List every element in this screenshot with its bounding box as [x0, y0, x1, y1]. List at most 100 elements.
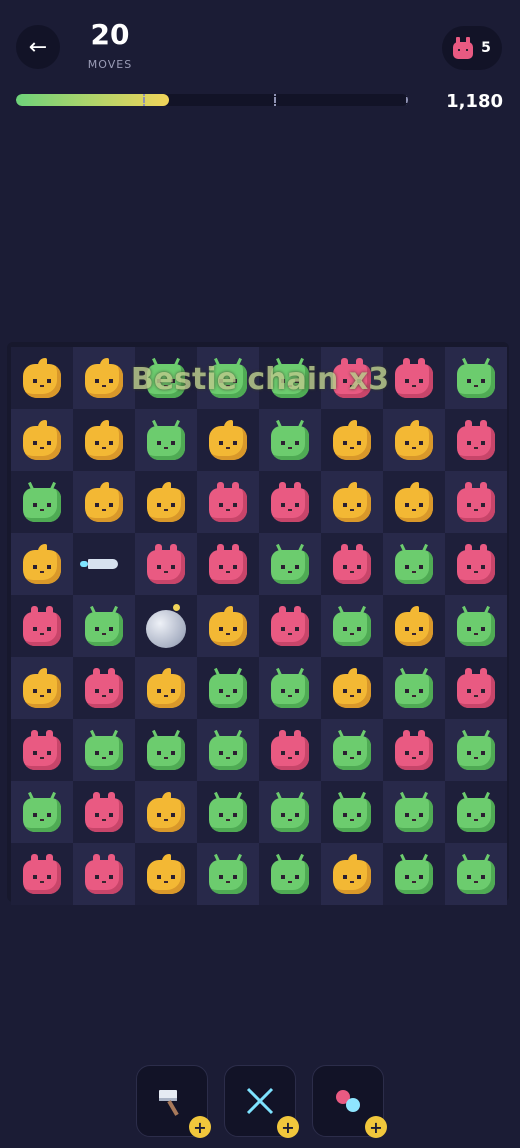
moves-label: MOVES — [87, 58, 133, 71]
board-cell[interactable] — [197, 843, 259, 905]
board-cell[interactable] — [445, 595, 507, 657]
back-button[interactable]: ← — [16, 25, 60, 69]
board-cell[interactable] — [259, 781, 321, 843]
board-cell[interactable] — [445, 781, 507, 843]
pink-creature-icon — [453, 37, 474, 59]
board-cell[interactable] — [445, 657, 507, 719]
add-cross-icon: + — [277, 1116, 299, 1138]
score-value: 1,180 — [446, 91, 503, 112]
yellow-creature-icon — [147, 668, 185, 708]
pink-creature-icon — [23, 730, 61, 770]
board-cell[interactable] — [383, 409, 445, 471]
board-cell[interactable] — [135, 843, 197, 905]
pink-creature-icon — [85, 668, 123, 708]
board-cell[interactable] — [135, 533, 197, 595]
board-cell[interactable] — [73, 719, 135, 781]
board-cell[interactable] — [11, 843, 73, 905]
yellow-creature-icon — [395, 420, 433, 460]
board-cell[interactable] — [73, 409, 135, 471]
board-cell[interactable] — [11, 781, 73, 843]
green-creature-icon — [85, 605, 123, 646]
green-creature-icon — [333, 605, 371, 646]
board-cell[interactable] — [197, 781, 259, 843]
green-creature-icon — [271, 543, 309, 584]
green-creature-icon — [23, 481, 61, 522]
yellow-creature-icon — [85, 420, 123, 460]
board-cell[interactable] — [135, 719, 197, 781]
board-cell[interactable] — [383, 657, 445, 719]
yellow-creature-icon — [147, 482, 185, 522]
board-cell[interactable] — [259, 533, 321, 595]
green-creature-icon — [271, 791, 309, 832]
board-cell[interactable] — [135, 471, 197, 533]
moves-value: 20 — [90, 18, 130, 51]
board-cell[interactable] — [11, 657, 73, 719]
board-cell[interactable] — [259, 657, 321, 719]
score-progress-bar — [16, 94, 408, 106]
green-creature-icon — [333, 791, 371, 832]
board-cell[interactable] — [321, 409, 383, 471]
board-cell[interactable] — [73, 533, 135, 595]
rocket-icon — [80, 554, 128, 574]
board-cell[interactable] — [383, 719, 445, 781]
yellow-creature-icon — [147, 854, 185, 894]
board-cell[interactable] — [321, 843, 383, 905]
board-cell[interactable] — [197, 595, 259, 657]
board-cell[interactable] — [321, 533, 383, 595]
board-cell[interactable] — [445, 471, 507, 533]
board-cell[interactable] — [197, 719, 259, 781]
green-creature-icon — [209, 853, 247, 894]
yellow-creature-icon — [209, 606, 247, 646]
swap-booster-button[interactable]: + — [312, 1065, 387, 1138]
board-cell[interactable] — [383, 595, 445, 657]
board-cell[interactable] — [11, 471, 73, 533]
board-cell[interactable] — [321, 471, 383, 533]
board-cell[interactable] — [259, 409, 321, 471]
board-cell[interactable] — [259, 719, 321, 781]
board-cell[interactable] — [135, 409, 197, 471]
board-cell[interactable] — [321, 595, 383, 657]
yellow-creature-icon — [23, 420, 61, 460]
board-cell[interactable] — [197, 471, 259, 533]
green-creature-icon — [271, 419, 309, 460]
board-cell[interactable] — [11, 533, 73, 595]
green-creature-icon — [209, 729, 247, 770]
board-cell[interactable] — [197, 657, 259, 719]
board-cell[interactable] — [11, 409, 73, 471]
pink-creature-icon — [457, 482, 495, 522]
board-cell[interactable] — [321, 657, 383, 719]
board-cell[interactable] — [259, 843, 321, 905]
board-cell[interactable] — [11, 719, 73, 781]
board-cell[interactable] — [321, 719, 383, 781]
board-cell[interactable] — [445, 719, 507, 781]
pink-creature-icon — [209, 482, 247, 522]
board-cell[interactable] — [445, 533, 507, 595]
board-cell[interactable] — [383, 781, 445, 843]
board-cell[interactable] — [73, 843, 135, 905]
board-cell[interactable] — [259, 595, 321, 657]
board-cell[interactable] — [321, 781, 383, 843]
pink-creature-icon — [147, 544, 185, 584]
board-cell[interactable] — [445, 409, 507, 471]
board-cell[interactable] — [135, 657, 197, 719]
board-cell[interactable] — [135, 781, 197, 843]
hammer-booster-button[interactable]: + — [136, 1065, 211, 1138]
board-cell[interactable] — [11, 595, 73, 657]
green-creature-icon — [457, 729, 495, 770]
star-threshold-marker — [406, 94, 408, 106]
board-cell[interactable] — [73, 781, 135, 843]
board-cell[interactable] — [73, 657, 135, 719]
board-cell[interactable] — [259, 471, 321, 533]
star-threshold-marker — [274, 94, 276, 106]
cross-booster-button[interactable]: + — [224, 1065, 299, 1138]
board-cell[interactable] — [383, 533, 445, 595]
board-cell[interactable] — [383, 471, 445, 533]
goal-pill: 5 — [442, 26, 502, 70]
board-cell[interactable] — [197, 409, 259, 471]
board-cell[interactable] — [73, 471, 135, 533]
board-cell[interactable] — [73, 595, 135, 657]
board-cell[interactable] — [197, 533, 259, 595]
board-cell[interactable] — [383, 843, 445, 905]
board-cell[interactable] — [135, 595, 197, 657]
board-cell[interactable] — [445, 843, 507, 905]
